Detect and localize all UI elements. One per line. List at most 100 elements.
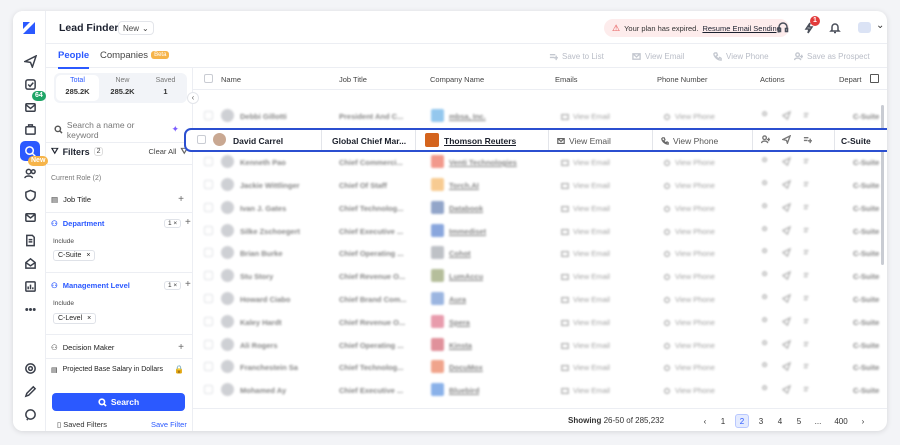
save-as-prospect-button[interactable]: Save as Prospect: [794, 52, 870, 61]
add-prospect-icon[interactable]: [761, 271, 770, 280]
send-icon[interactable]: [782, 135, 791, 144]
row-view-phone-button[interactable]: View Phone: [663, 318, 715, 327]
view-email-button[interactable]: View Email: [632, 52, 684, 61]
row-checkbox[interactable]: [204, 385, 213, 394]
row-view-email-button[interactable]: View Email: [561, 386, 610, 395]
row-view-email-button[interactable]: View Email: [561, 227, 610, 236]
add-prospect-icon[interactable]: [761, 157, 770, 166]
send-icon[interactable]: [782, 203, 791, 212]
remove-chip-icon[interactable]: ×: [87, 315, 91, 322]
edit-icon[interactable]: [20, 381, 40, 401]
save-filter-button[interactable]: Save Filter: [151, 420, 187, 429]
salary-filter[interactable]: ▤ Projected Base Salary in Dollars 🔒: [51, 365, 184, 374]
row-company[interactable]: Databook: [449, 204, 483, 213]
send-icon[interactable]: [782, 111, 791, 120]
row-name[interactable]: Ivan J. Gates: [240, 204, 286, 213]
send-icon[interactable]: [782, 340, 791, 349]
row-checkbox[interactable]: [204, 294, 213, 303]
hl-company[interactable]: Thomson Reuters: [444, 136, 516, 146]
page-2[interactable]: 2: [735, 414, 749, 428]
row-company[interactable]: Aura: [449, 295, 466, 304]
search-button[interactable]: Search: [52, 393, 185, 411]
chat-icon[interactable]: [20, 404, 40, 424]
row-view-email-button[interactable]: View Email: [561, 318, 610, 327]
list-add-icon[interactable]: [803, 340, 812, 349]
row-view-phone-button[interactable]: View Phone: [663, 341, 715, 350]
col-name[interactable]: Name: [221, 75, 241, 84]
add-prospect-icon[interactable]: [761, 135, 770, 144]
row-name[interactable]: Debbi Gillotti: [240, 112, 287, 121]
page-5[interactable]: 5: [792, 414, 806, 428]
add-prospect-icon[interactable]: [761, 203, 770, 212]
row-view-email-button[interactable]: View Email: [561, 204, 610, 213]
row-company[interactable]: Kinsta: [449, 341, 472, 350]
save-to-list-button[interactable]: Save to List: [549, 52, 604, 61]
row-name[interactable]: Ali Rogers: [240, 341, 278, 350]
row-view-phone-button[interactable]: View Phone: [663, 181, 715, 190]
row-view-phone-button[interactable]: View Phone: [663, 112, 715, 121]
row-view-email-button[interactable]: View Email: [561, 272, 610, 281]
row-checkbox[interactable]: [204, 203, 213, 212]
add-prospect-icon[interactable]: [761, 362, 770, 371]
row-view-email-button[interactable]: View Email: [561, 341, 610, 350]
row-checkbox[interactable]: [204, 362, 213, 371]
row-name[interactable]: Silke Zschoegert: [240, 227, 300, 236]
list-add-icon[interactable]: [803, 111, 812, 120]
table-row[interactable]: Ivan J. Gates Chief Technolog... Databook V…: [193, 197, 887, 220]
decision-maker-filter[interactable]: ⚇ Decision Maker +: [51, 342, 184, 353]
row-name[interactable]: Howard Ciabo: [240, 295, 290, 304]
send-icon[interactable]: [782, 248, 791, 257]
table-row[interactable]: Franchestein Sa Chief Technolog... DocuMox…: [193, 356, 887, 379]
clear-all-button[interactable]: Clear All: [149, 147, 177, 156]
row-view-email-button[interactable]: View Email: [561, 363, 610, 372]
col-actions[interactable]: Actions: [760, 75, 785, 84]
row-view-email-button[interactable]: View Email: [561, 181, 610, 190]
list-add-icon[interactable]: [803, 180, 812, 189]
list-add-icon[interactable]: [803, 135, 812, 144]
briefcase-icon[interactable]: [20, 119, 40, 139]
row-company[interactable]: Torch.AI: [449, 181, 479, 190]
row-company[interactable]: DocuMox: [449, 363, 483, 372]
row-company[interactable]: Spera: [449, 318, 470, 327]
row-view-phone-button[interactable]: View Phone: [663, 363, 715, 372]
list-add-icon[interactable]: [803, 203, 812, 212]
send-icon[interactable]: [782, 385, 791, 394]
row-name[interactable]: Jackie Wittlinger: [240, 181, 300, 190]
send-icon[interactable]: [782, 226, 791, 235]
document-icon[interactable]: [20, 230, 40, 250]
send-icon[interactable]: [782, 294, 791, 303]
prev-page-icon[interactable]: ‹: [698, 414, 712, 428]
row-company[interactable]: LumAccu: [449, 272, 483, 281]
row-checkbox[interactable]: [204, 248, 213, 257]
saved-filters-button[interactable]: ▯ Saved Filters: [57, 420, 107, 429]
add-prospect-icon[interactable]: [761, 180, 770, 189]
row-company[interactable]: Cohot: [449, 249, 471, 258]
count-saved[interactable]: Saved 1: [144, 73, 187, 103]
table-row[interactable]: Jackie Wittlinger Chief Of Staff Torch.AI V…: [193, 174, 887, 197]
row-name[interactable]: Mohamed Ay: [240, 386, 286, 395]
count-total[interactable]: Total 285.2K: [56, 75, 99, 101]
row-view-phone-button[interactable]: View Phone: [663, 295, 715, 304]
row-view-email-button[interactable]: View Email: [561, 158, 610, 167]
resume-email-link[interactable]: Resume Email Sending: [702, 24, 780, 33]
add-prospect-icon[interactable]: [761, 111, 770, 120]
table-row[interactable]: Ali Rogers Chief Operating ... Kinsta View …: [193, 334, 887, 357]
table-row[interactable]: Kenneth Pao Chief Commerci... Venti Techno…: [193, 151, 887, 174]
select-all-checkbox[interactable]: [204, 74, 213, 83]
row-company[interactable]: Venti Technologies: [449, 158, 517, 167]
highlighted-row[interactable]: David Carrel Global Chief Mar... Thomson…: [184, 128, 887, 152]
headset-icon[interactable]: [775, 20, 791, 36]
mail-icon[interactable]: [20, 207, 40, 227]
table-row[interactable]: Howard Ciabo Chief Brand Com... Aura View E…: [193, 288, 887, 311]
list-add-icon[interactable]: [803, 317, 812, 326]
add-prospect-icon[interactable]: [761, 294, 770, 303]
table-row[interactable]: Kaley Hardt Chief Revenue O... Spera View E…: [193, 311, 887, 334]
bell-icon[interactable]: [827, 20, 843, 36]
col-department[interactable]: Depart: [839, 75, 862, 84]
col-emails[interactable]: Emails: [555, 75, 578, 84]
account-chevron-icon[interactable]: ⌄: [876, 20, 884, 31]
row-company[interactable]: mbsa, Inc.: [449, 112, 486, 121]
job-title-filter[interactable]: ▤ Job Title +: [51, 194, 184, 205]
row-view-email-button[interactable]: View Email: [561, 295, 610, 304]
hl-view-phone-button[interactable]: View Phone: [661, 136, 718, 146]
